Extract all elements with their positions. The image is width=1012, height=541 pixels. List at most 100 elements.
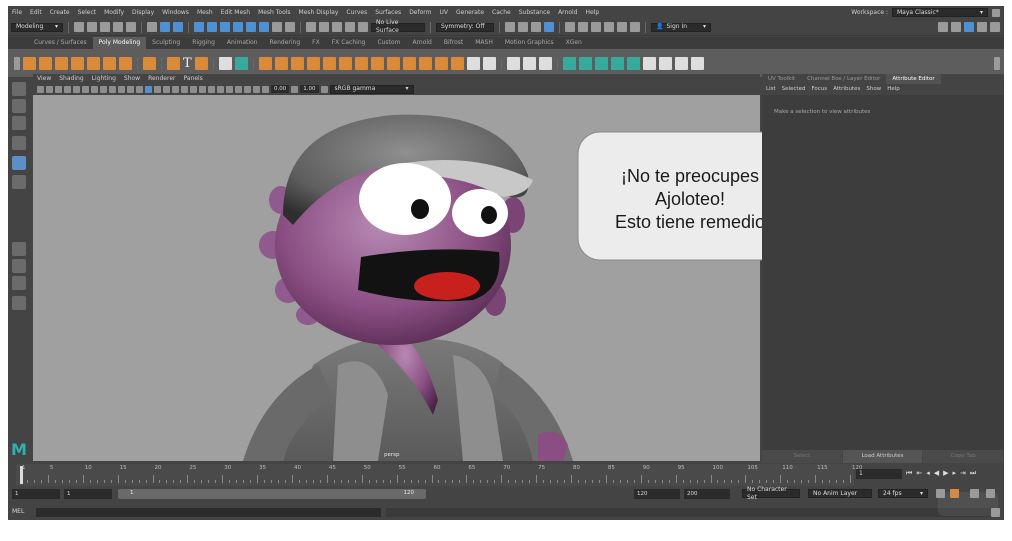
menu-create[interactable]: Create bbox=[46, 9, 74, 16]
tab-uv-toolkit[interactable]: UV Toolkit bbox=[762, 74, 801, 84]
snap-view-icon[interactable] bbox=[233, 22, 243, 32]
shelf-tab-custom[interactable]: Custom bbox=[371, 37, 406, 49]
play-backward-icon[interactable]: ◀ bbox=[934, 469, 939, 478]
poly-cone-icon[interactable] bbox=[71, 56, 84, 70]
gamma-icon[interactable] bbox=[291, 85, 299, 93]
wedge-icon[interactable] bbox=[434, 56, 448, 70]
menu-curves[interactable]: Curves bbox=[342, 9, 371, 16]
save-scene-icon[interactable] bbox=[100, 22, 110, 32]
live-surface-icon[interactable] bbox=[358, 22, 368, 32]
time-slider[interactable]: 1 5 10 15 20 25 30 35 40 45 50 55 60 65 70 75 80 85 90 95 10… bbox=[16, 464, 863, 486]
shelf-tab-animation[interactable]: Animation bbox=[221, 37, 264, 49]
film-gate-icon[interactable] bbox=[82, 85, 89, 93]
vp-menu-panels[interactable]: Panels bbox=[183, 75, 202, 82]
ae-menu-selected[interactable]: Selected bbox=[782, 85, 806, 94]
move-tool-icon[interactable] bbox=[12, 136, 26, 150]
shadows-icon[interactable] bbox=[181, 85, 188, 93]
scale-tool-icon[interactable] bbox=[12, 175, 26, 189]
ae-menu-focus[interactable]: Focus bbox=[811, 85, 827, 94]
menu-file[interactable]: File bbox=[8, 9, 26, 16]
copy-tab-button[interactable]: Copy Tab bbox=[923, 450, 1004, 463]
fill-hole-icon[interactable] bbox=[386, 56, 400, 70]
range-slider-bar[interactable]: 1 120 bbox=[118, 489, 426, 499]
step-back-key-icon[interactable]: ⇤ bbox=[916, 469, 922, 478]
uv-camera-icon[interactable] bbox=[626, 56, 640, 70]
scene-end-field[interactable]: 200 bbox=[684, 489, 730, 499]
offset-edge-loop-icon[interactable] bbox=[522, 56, 536, 70]
menu-edit[interactable]: Edit bbox=[26, 9, 46, 16]
uv-cylindrical-icon[interactable] bbox=[578, 56, 592, 70]
snap-curve-icon[interactable] bbox=[207, 22, 217, 32]
scene-start-field[interactable]: 1 bbox=[12, 489, 60, 499]
snap-point-icon[interactable] bbox=[220, 22, 230, 32]
tab-attribute-editor[interactable]: Attribute Editor bbox=[886, 74, 941, 84]
open-scene-icon[interactable] bbox=[87, 22, 97, 32]
lock-icon[interactable] bbox=[272, 22, 282, 32]
ambient-occlusion-icon[interactable] bbox=[190, 85, 197, 93]
uv-planar-icon[interactable] bbox=[562, 56, 576, 70]
poly-cube-icon[interactable] bbox=[39, 56, 52, 70]
poly-sphere-icon[interactable] bbox=[23, 56, 36, 70]
color-space-dropdown[interactable]: sRGB gamma ▾ bbox=[329, 84, 414, 94]
boolean-union-icon[interactable] bbox=[306, 56, 320, 70]
step-back-frame-icon[interactable]: ◂ bbox=[926, 469, 930, 478]
camera-attributes-icon[interactable] bbox=[46, 85, 53, 93]
append-polygon-icon[interactable] bbox=[402, 56, 416, 70]
shelf-tab-mash[interactable]: MASH bbox=[469, 37, 499, 49]
resolution-gate-icon[interactable] bbox=[91, 85, 98, 93]
vp-menu-renderer[interactable]: Renderer bbox=[148, 75, 175, 82]
gamma-field[interactable]: 1.00 bbox=[300, 85, 319, 93]
modeling-toolkit-icon[interactable] bbox=[938, 22, 948, 32]
shelf-tab-rigging[interactable]: Rigging bbox=[186, 37, 221, 49]
outliner-layout-icon[interactable] bbox=[12, 296, 26, 310]
perspective-viewport[interactable] bbox=[33, 95, 760, 461]
xray-joints-icon[interactable] bbox=[244, 85, 251, 93]
isolate-select-icon[interactable] bbox=[226, 85, 233, 93]
bridge-icon[interactable] bbox=[338, 56, 352, 70]
poke-icon[interactable] bbox=[418, 56, 432, 70]
target-weld-icon[interactable] bbox=[538, 56, 552, 70]
safe-title-icon[interactable] bbox=[127, 85, 134, 93]
vp-menu-view[interactable]: View bbox=[37, 75, 51, 82]
exposure-icon[interactable] bbox=[262, 85, 269, 93]
menu-deform[interactable]: Deform bbox=[405, 9, 435, 16]
character-icon[interactable] bbox=[951, 22, 961, 32]
menu-windows[interactable]: Windows bbox=[158, 9, 193, 16]
fps-dropdown[interactable]: 24 fps ▾ bbox=[878, 489, 928, 498]
uv-auto-icon[interactable] bbox=[610, 56, 624, 70]
vp-menu-lighting[interactable]: Lighting bbox=[92, 75, 116, 82]
wireframe-on-shaded-icon[interactable] bbox=[154, 85, 161, 93]
select-hierarchy-icon[interactable] bbox=[147, 22, 157, 32]
uv-sew-icon[interactable] bbox=[674, 56, 688, 70]
two-view-layout-icon[interactable] bbox=[12, 276, 26, 290]
shelf-tab-xgen[interactable]: XGen bbox=[560, 37, 588, 49]
time-editor-icon[interactable] bbox=[617, 22, 627, 32]
light-editor-icon[interactable] bbox=[630, 22, 640, 32]
four-view-layout-icon[interactable] bbox=[12, 259, 26, 273]
color-management-icon[interactable] bbox=[320, 85, 328, 93]
textured-icon[interactable] bbox=[163, 85, 170, 93]
sculpt-icon[interactable] bbox=[218, 56, 232, 70]
menu-mesh[interactable]: Mesh bbox=[193, 9, 217, 16]
menu-display[interactable]: Display bbox=[128, 9, 158, 16]
step-forward-frame-icon[interactable]: ▸ bbox=[952, 469, 956, 478]
paint-select-tool-icon[interactable] bbox=[12, 116, 26, 130]
rotate-tool-icon[interactable] bbox=[12, 156, 26, 170]
shelf-tab-curves-surfaces[interactable]: Curves / Surfaces bbox=[28, 37, 93, 49]
sign-in-dropdown[interactable]: 👤 Sign In ▾ bbox=[651, 22, 711, 32]
ae-menu-list[interactable]: List bbox=[766, 85, 776, 94]
ae-menu-show[interactable]: Show bbox=[866, 85, 881, 94]
menu-mesh-tools[interactable]: Mesh Tools bbox=[254, 9, 294, 16]
select-button[interactable]: Select bbox=[762, 450, 842, 463]
single-perspective-layout-icon[interactable] bbox=[12, 242, 26, 256]
gate-mask-icon[interactable] bbox=[100, 85, 107, 93]
insert-edge-loop-icon[interactable] bbox=[506, 56, 520, 70]
undo-icon[interactable] bbox=[113, 22, 123, 32]
live-surface-dropdown[interactable]: No Live Surface bbox=[371, 19, 425, 34]
xray-icon[interactable] bbox=[235, 85, 242, 93]
history-icon[interactable] bbox=[306, 22, 316, 32]
lights-icon[interactable] bbox=[172, 85, 179, 93]
shelf-tab-bifrost[interactable]: Bifrost bbox=[438, 37, 469, 49]
shelf-tab-motion-graphics[interactable]: Motion Graphics bbox=[499, 37, 560, 49]
ipr-render-icon[interactable] bbox=[531, 22, 541, 32]
